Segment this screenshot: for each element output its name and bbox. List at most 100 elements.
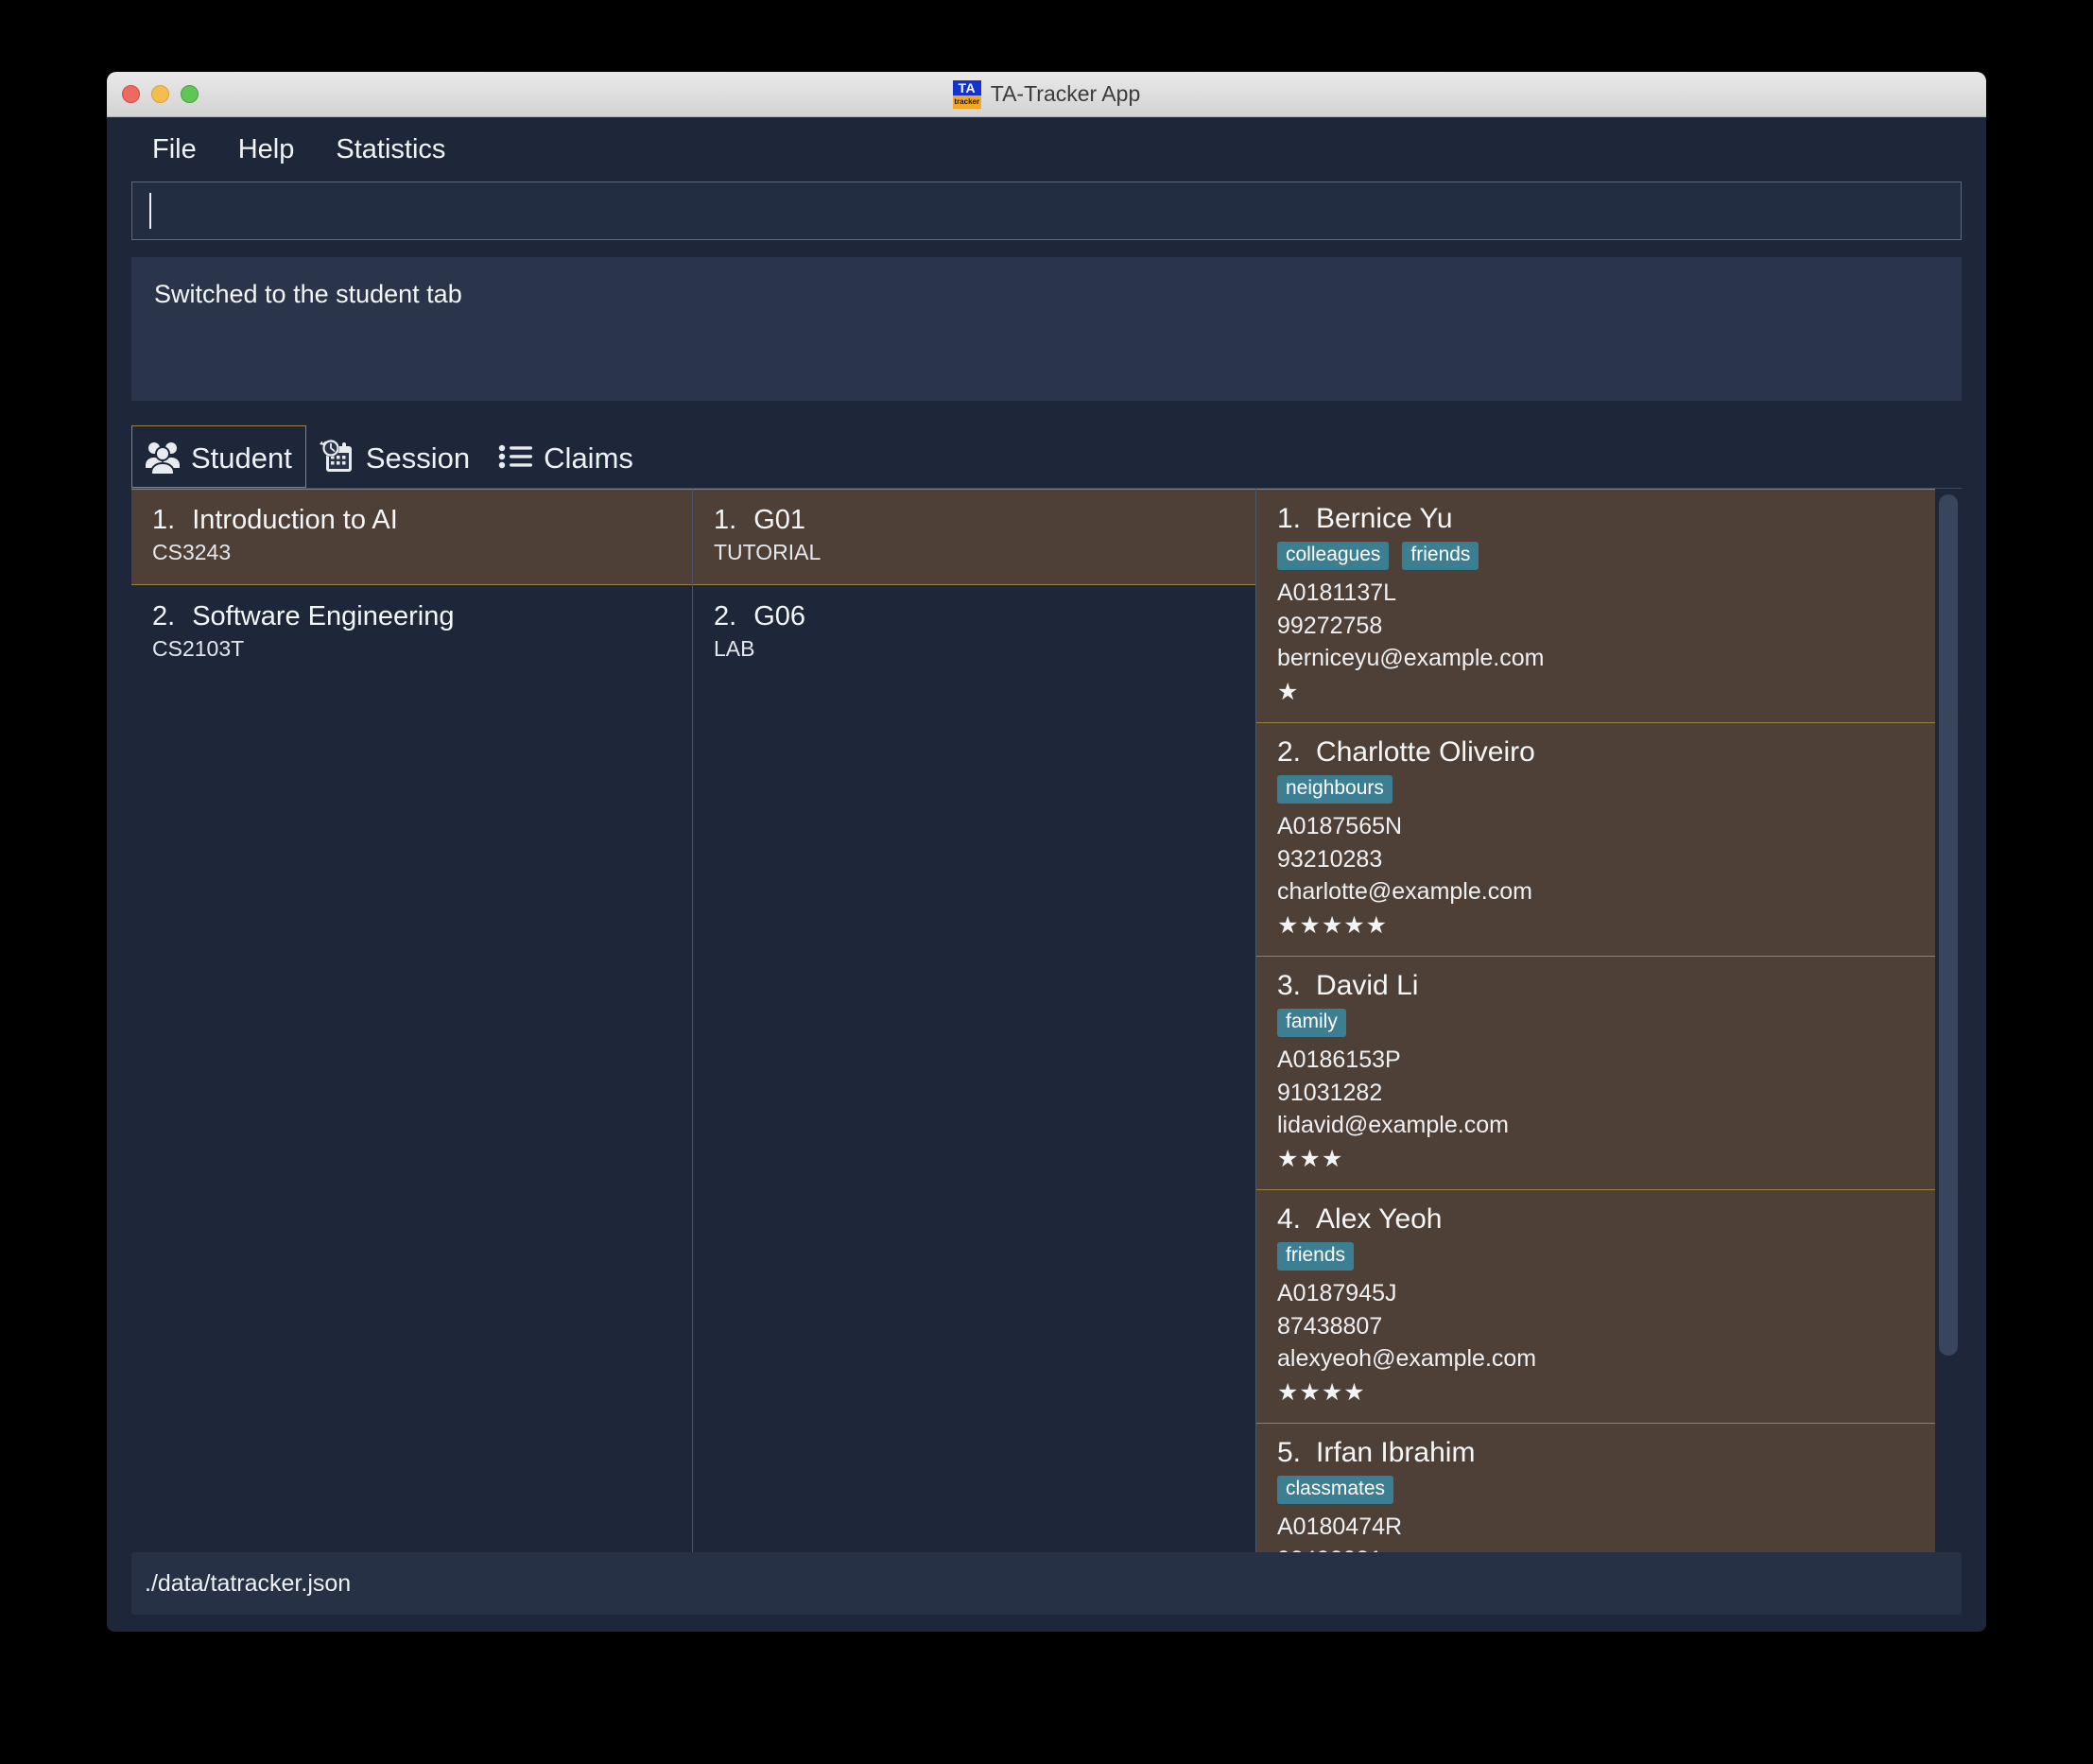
student-index: 3. xyxy=(1277,970,1302,1002)
student-matric: A0180474R xyxy=(1277,1513,1403,1541)
window-controls xyxy=(122,72,199,116)
student-name: Bernice Yu xyxy=(1316,503,1453,534)
tab-claims[interactable]: Claims xyxy=(484,425,648,488)
session-type: TUTORIAL xyxy=(714,540,822,564)
student-phone: 99272758 xyxy=(1277,612,1383,639)
result-area: Switched to the student tab xyxy=(107,240,1986,401)
student-name: Charlotte Oliveiro xyxy=(1316,736,1535,769)
command-area xyxy=(107,182,1986,240)
student-card[interactable]: 3. David Li family A0186153P 91031282 li… xyxy=(1256,957,1935,1191)
tab-session-label: Session xyxy=(365,441,471,475)
users-group-icon xyxy=(146,442,180,476)
student-tag: neighbours xyxy=(1277,775,1392,804)
module-index: 2. xyxy=(152,601,176,631)
session-list-item[interactable]: 1. G01 TUTORIAL xyxy=(693,489,1255,585)
session-list-panel: 1. G01 TUTORIAL 2. G06 LAB xyxy=(693,489,1256,1552)
student-card[interactable]: 4. Alex Yeoh friends A0187945J 87438807 … xyxy=(1256,1190,1935,1425)
student-email: alexyeoh@example.com xyxy=(1277,1345,1537,1373)
student-rating: ★★★★ xyxy=(1277,1378,1366,1406)
student-list-scrollbar[interactable] xyxy=(1935,489,1962,1552)
module-list-panel: 1. Introduction to AI CS3243 2. Software… xyxy=(131,489,693,1552)
student-matric: A0181137L xyxy=(1277,579,1397,607)
tab-session[interactable]: Session xyxy=(306,425,484,488)
student-rating: ★★★★★ xyxy=(1277,911,1389,939)
tab-student-label: Student xyxy=(191,441,292,475)
result-message: Switched to the student tab xyxy=(154,280,462,308)
window-titlebar: TA tracker TA-Tracker App xyxy=(107,72,1986,117)
module-code: CS2103T xyxy=(152,636,245,661)
student-tags: family xyxy=(1277,1009,1914,1038)
session-index: 1. xyxy=(714,505,737,535)
app-logo-top-text: TA xyxy=(952,79,981,96)
tab-bar: Student Session Claims xyxy=(131,425,1962,488)
scrollbar-thumb[interactable] xyxy=(1939,494,1958,1357)
student-tag: classmates xyxy=(1277,1476,1394,1505)
student-list-panel: 1. Bernice Yu colleagues friends A018113… xyxy=(1256,489,1962,1552)
student-tags: neighbours xyxy=(1277,775,1914,804)
module-index: 1. xyxy=(152,505,176,535)
menu-bar: File Help Statistics xyxy=(107,117,1986,182)
menu-item-file[interactable]: File xyxy=(135,129,214,171)
student-name: Irfan Ibrahim xyxy=(1316,1437,1476,1469)
student-name-row: 5. Irfan Ibrahim xyxy=(1277,1437,1914,1469)
student-phone: 87438807 xyxy=(1277,1312,1383,1340)
content-panels: 1. Introduction to AI CS3243 2. Software… xyxy=(131,488,1962,1552)
module-code: CS3243 xyxy=(152,540,232,564)
student-matric: A0187945J xyxy=(1277,1280,1397,1307)
close-window-button[interactable] xyxy=(122,85,140,103)
student-email: lidavid@example.com xyxy=(1277,1112,1509,1139)
student-name-row: 2. Charlotte Oliveiro xyxy=(1277,736,1914,769)
session-name: G06 xyxy=(753,601,806,631)
student-index: 2. xyxy=(1277,736,1302,769)
student-name: David Li xyxy=(1316,970,1419,1002)
minimize-window-button[interactable] xyxy=(151,85,169,103)
menu-item-statistics[interactable]: Statistics xyxy=(319,129,462,171)
student-rating: ★ xyxy=(1277,678,1300,705)
tab-student[interactable]: Student xyxy=(131,425,306,488)
student-matric: A0186153P xyxy=(1277,1046,1401,1074)
student-rating: ★★★ xyxy=(1277,1145,1344,1172)
module-list-item[interactable]: 1. Introduction to AI CS3243 xyxy=(131,489,692,585)
window-title: TA-Tracker App xyxy=(990,81,1141,106)
maximize-window-button[interactable] xyxy=(181,85,199,103)
student-email: charlotte@example.com xyxy=(1277,878,1532,906)
student-tags: friends xyxy=(1277,1242,1914,1271)
window-body: File Help Statistics Switched to the stu… xyxy=(107,117,1986,1632)
session-name: G01 xyxy=(753,505,806,535)
student-tag: friends xyxy=(1277,1242,1355,1271)
student-index: 1. xyxy=(1277,503,1302,534)
module-title-row: 2. Software Engineering xyxy=(152,601,671,632)
calendar-clock-icon xyxy=(319,440,352,472)
tab-claims-label: Claims xyxy=(544,441,633,475)
module-name: Software Engineering xyxy=(192,601,455,631)
student-card[interactable]: 1. Bernice Yu colleagues friends A018113… xyxy=(1256,489,1935,724)
status-bar: ./data/tatracker.json xyxy=(131,1552,1962,1615)
session-type: LAB xyxy=(714,636,755,661)
student-phone: 92492021 xyxy=(1277,1544,1914,1552)
student-phone: 91031282 xyxy=(1277,1079,1383,1106)
student-email: berniceyu@example.com xyxy=(1277,645,1545,672)
session-list-item[interactable]: 2. G06 LAB xyxy=(693,585,1255,682)
menu-item-help[interactable]: Help xyxy=(221,129,312,171)
app-logo-icon: TA tracker xyxy=(952,79,981,109)
student-name-row: 4. Alex Yeoh xyxy=(1277,1203,1914,1236)
student-tag: colleagues xyxy=(1277,542,1390,571)
student-tags: colleagues friends xyxy=(1277,542,1914,571)
result-display-box: Switched to the student tab xyxy=(131,257,1962,401)
module-name: Introduction to AI xyxy=(192,505,398,535)
list-bullet-icon xyxy=(498,444,533,469)
session-title-row: 1. G01 xyxy=(714,505,1235,536)
student-tag: friends xyxy=(1402,542,1479,571)
student-list: 1. Bernice Yu colleagues friends A018113… xyxy=(1256,489,1935,1552)
session-index: 2. xyxy=(714,601,737,631)
module-list-item[interactable]: 2. Software Engineering CS2103T xyxy=(131,585,692,682)
student-card[interactable]: 2. Charlotte Oliveiro neighbours A018756… xyxy=(1256,723,1935,958)
command-input[interactable] xyxy=(131,182,1962,240)
student-name-row: 3. David Li xyxy=(1277,970,1914,1002)
student-tags: classmates xyxy=(1277,1476,1914,1505)
student-card[interactable]: 5. Irfan Ibrahim classmates A0180474R 92… xyxy=(1256,1424,1935,1552)
app-logo-bottom-text: tracker xyxy=(952,95,981,109)
window-title-group: TA tracker TA-Tracker App xyxy=(952,79,1141,109)
application-window: TA tracker TA-Tracker App File Help Stat… xyxy=(107,72,1986,1632)
student-index: 4. xyxy=(1277,1203,1302,1236)
